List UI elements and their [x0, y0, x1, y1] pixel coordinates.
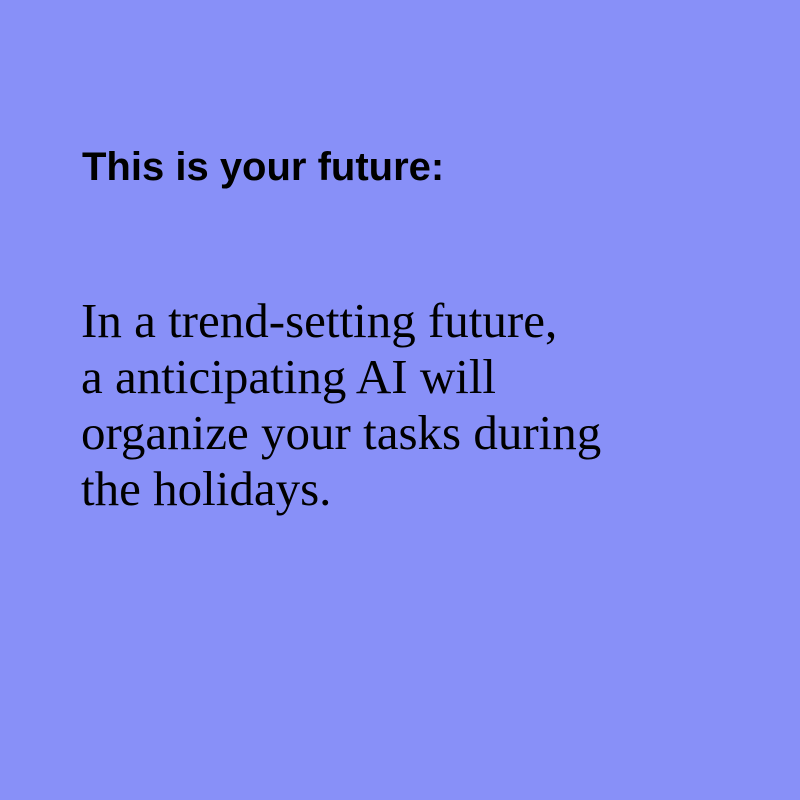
body-line-2: a anticipating AI will: [81, 349, 497, 404]
body-line-4: the holidays.: [81, 461, 332, 516]
slide-canvas: This is your future: In a trend-setting …: [0, 0, 800, 800]
body-paragraph: In a trend-setting future, a anticipatin…: [81, 293, 601, 517]
page-title: This is your future:: [82, 145, 445, 189]
body-line-1: In a trend-setting future,: [81, 293, 558, 348]
body-line-3: organize your tasks during: [81, 405, 602, 460]
